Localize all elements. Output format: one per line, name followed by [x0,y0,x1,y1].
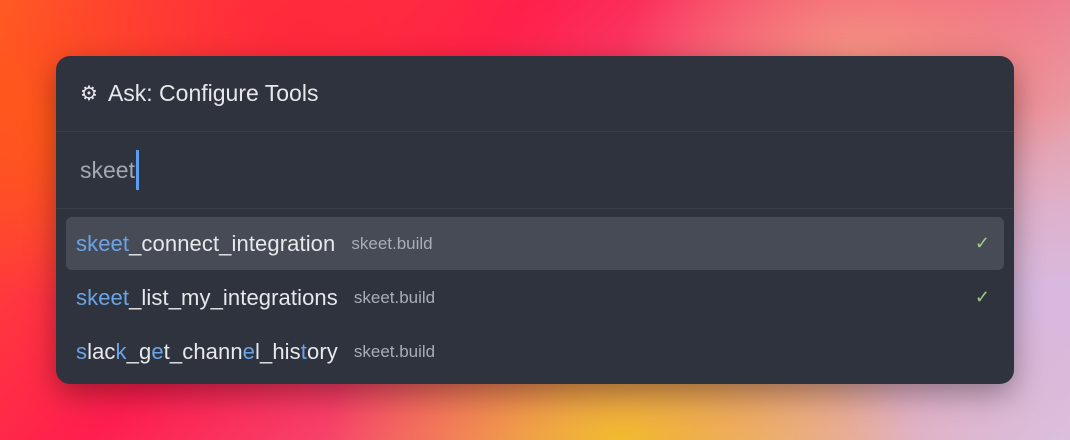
tool-name-segment: _g [126,338,152,364]
check-icon: ✓ [974,287,990,307]
tool-name-segment: ory [306,338,338,364]
tool-name-segment: _list_my_integrations [129,284,338,310]
tool-name-segment: t_chann [163,338,243,364]
palette-title: Ask: Configure Tools [107,80,319,106]
tool-item[interactable]: skeet_list_my_integrations skeet.build ✓ [66,271,1004,324]
tool-name: slack_get_channel_history [76,339,338,365]
match-highlight: e [151,338,164,364]
gear-icon: ⚙ [80,82,98,105]
tool-source: skeet.build [353,341,436,361]
tool-name: skeet_list_my_integrations [76,285,338,311]
match-highlight: k [115,338,127,364]
search-input[interactable]: skeet [56,132,1014,209]
tool-list: skeet_connect_integration skeet.build ✓ ske… [56,209,1014,378]
quick-pick-palette: ⚙ Ask: Configure Tools skeet skeet_conne… [56,56,1014,384]
tool-name-segment: lac [87,338,116,364]
tool-item[interactable]: slack_get_channel_history skeet.build [66,325,1004,378]
tool-source: skeet.build [353,287,436,307]
tool-name: skeet_connect_integration [76,231,335,257]
search-input-value: skeet [80,156,135,183]
text-cursor [135,150,139,190]
tool-source: skeet.build [351,233,433,253]
match-highlight: skeet [76,284,130,310]
tool-name-segment: _connect_integration [129,230,336,256]
tool-name-segment: l_his [255,338,301,364]
check-icon: ✓ [974,233,990,253]
palette-header: ⚙ Ask: Configure Tools [56,56,1014,132]
match-highlight: s [76,338,88,364]
tool-item[interactable]: skeet_connect_integration skeet.build ✓ [66,217,1004,270]
match-highlight: skeet [76,230,130,256]
match-highlight: e [242,338,256,364]
